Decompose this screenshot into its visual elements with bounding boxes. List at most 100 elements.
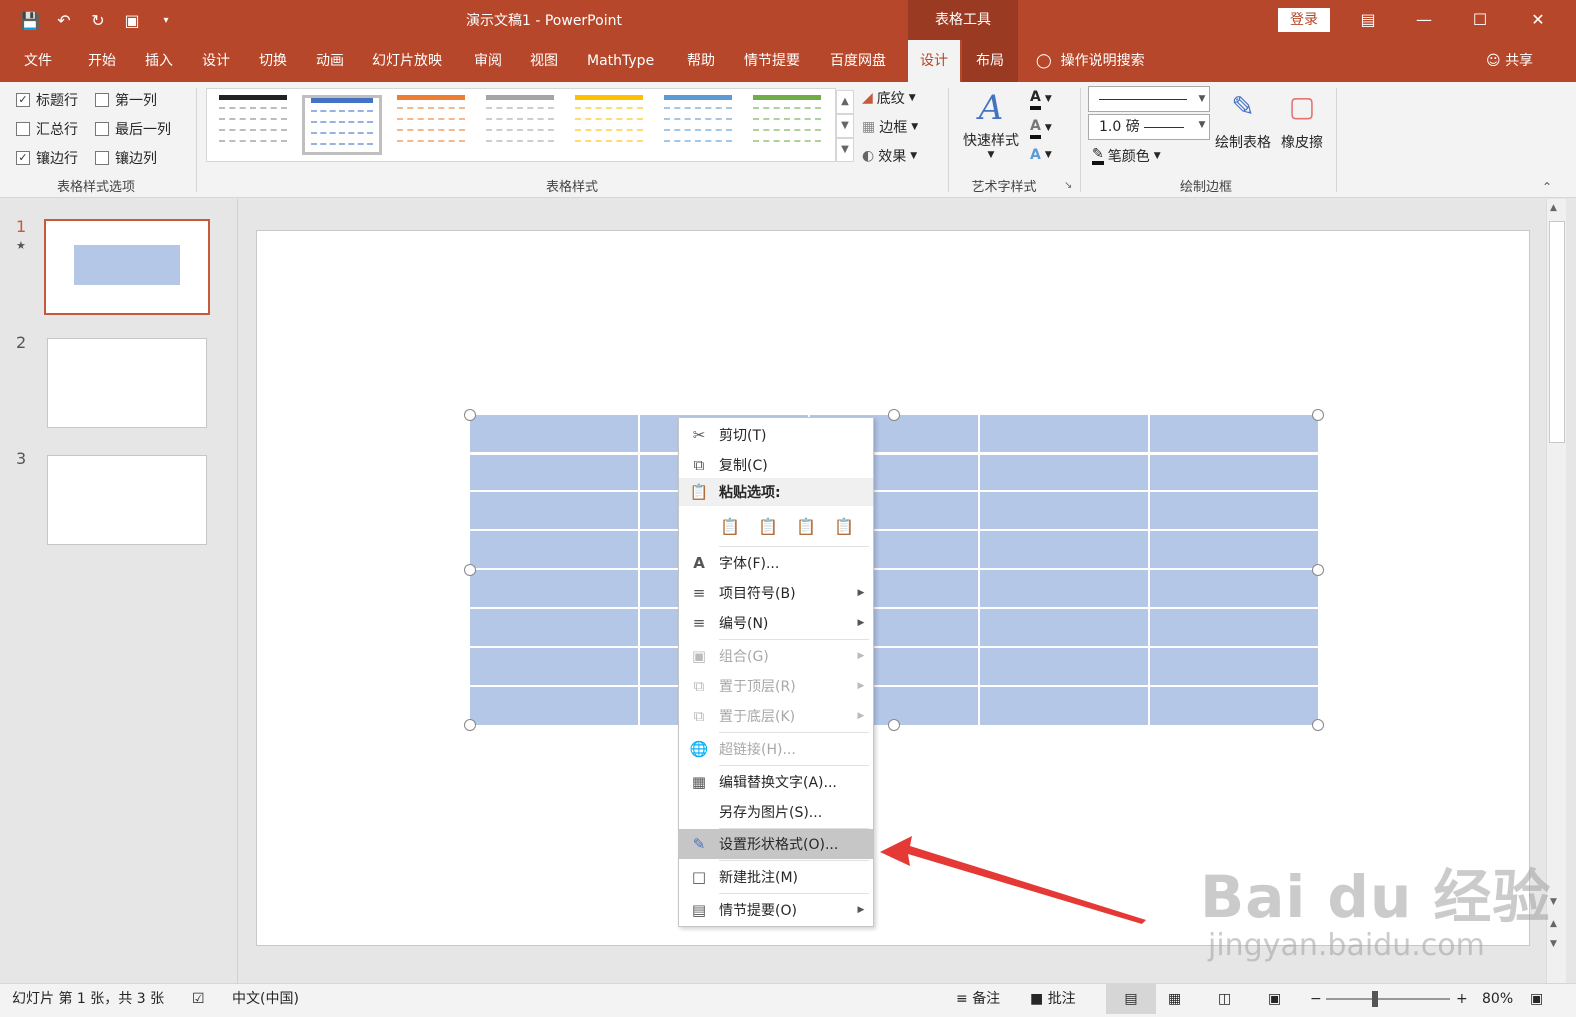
text-effects-button[interactable]: A ▼ bbox=[1030, 146, 1052, 164]
menu-item-copy[interactable]: ⧉ 复制(C) bbox=[679, 450, 873, 480]
slide-thumbnail-2[interactable] bbox=[47, 338, 207, 428]
tab-table-layout[interactable]: 布局 bbox=[962, 40, 1018, 82]
table-style-swatch[interactable] bbox=[213, 95, 293, 155]
menu-item-format-shape[interactable]: ✎ 设置形状格式(O)... bbox=[679, 829, 873, 859]
slideshow-icon[interactable]: ▣ bbox=[1268, 984, 1281, 1014]
present-icon[interactable]: ▣ bbox=[120, 8, 144, 32]
dialog-launcher-icon[interactable]: ↘ bbox=[1064, 180, 1072, 191]
tab-home[interactable]: 开始 bbox=[88, 40, 116, 82]
tab-animations[interactable]: 动画 bbox=[316, 40, 344, 82]
pen-weight-select[interactable]: 1.0 磅 bbox=[1088, 114, 1210, 140]
resize-handle[interactable] bbox=[464, 719, 476, 731]
last-column-checkbox[interactable]: 最后一列 bbox=[95, 119, 171, 139]
first-column-checkbox[interactable]: 第一列 bbox=[95, 90, 157, 110]
header-row-checkbox[interactable]: ✓ 标题行 bbox=[16, 90, 78, 110]
gallery-more-icon[interactable]: ▼ bbox=[836, 138, 854, 162]
tab-mathtype[interactable]: MathType bbox=[587, 40, 654, 82]
tab-design[interactable]: 设计 bbox=[202, 40, 230, 82]
table-style-swatch[interactable] bbox=[480, 95, 560, 155]
table-style-swatch[interactable] bbox=[569, 95, 649, 155]
tab-file[interactable]: 文件 bbox=[24, 40, 52, 82]
spellcheck-icon[interactable]: ☑ bbox=[192, 984, 205, 1014]
close-icon[interactable]: ✕ bbox=[1526, 8, 1550, 32]
undo-icon[interactable]: ↶ bbox=[52, 8, 76, 32]
effects-button[interactable]: ◐ 效果 ▼ bbox=[862, 146, 917, 166]
banded-rows-checkbox[interactable]: ✓ 镶边行 bbox=[16, 148, 78, 168]
menu-item-hyperlink[interactable]: 🌐 超链接(H)... bbox=[679, 734, 873, 764]
redo-icon[interactable]: ↻ bbox=[86, 8, 110, 32]
table-style-swatch[interactable] bbox=[747, 95, 827, 155]
tab-view[interactable]: 视图 bbox=[530, 40, 558, 82]
comments-button[interactable]: ■ 批注 bbox=[1030, 984, 1076, 1014]
tab-table-design[interactable]: 设计 bbox=[908, 40, 960, 82]
tab-baidu-netdisk[interactable]: 百度网盘 bbox=[830, 40, 886, 82]
gallery-up-icon[interactable]: ▲ bbox=[836, 90, 854, 114]
collapse-ribbon-icon[interactable]: ⌃ bbox=[1542, 180, 1552, 194]
quick-styles-button[interactable]: A 快速样式 ▼ bbox=[958, 88, 1024, 160]
menu-item-send-to-back[interactable]: ⧉ 置于底层(K) ▶ bbox=[679, 701, 873, 731]
fit-slide-icon[interactable]: ▣ bbox=[1530, 984, 1543, 1014]
menu-item-storyboard[interactable]: ▤ 情节提要(O) ▶ bbox=[679, 895, 873, 925]
zoom-level[interactable]: 80% bbox=[1482, 984, 1513, 1014]
normal-view-icon[interactable]: ▤ bbox=[1106, 984, 1156, 1014]
menu-item-bullets[interactable]: ≡ 项目符号(B) ▶ bbox=[679, 578, 873, 608]
tab-review[interactable]: 审阅 bbox=[474, 40, 502, 82]
borders-button[interactable]: ▦ 边框 ▼ bbox=[862, 117, 918, 137]
resize-handle[interactable] bbox=[464, 564, 476, 576]
paste-destination-theme-icon[interactable]: 📋 bbox=[755, 514, 781, 540]
language-indicator[interactable]: 中文(中国) bbox=[232, 984, 299, 1014]
slide-thumbnail-1[interactable] bbox=[44, 219, 210, 315]
menu-item-save-as-picture[interactable]: 另存为图片(S)... bbox=[679, 797, 873, 827]
slide-table[interactable] bbox=[470, 415, 1318, 725]
resize-handle[interactable] bbox=[1312, 564, 1324, 576]
paste-text-only-icon[interactable]: 📋 bbox=[831, 514, 857, 540]
total-row-checkbox[interactable]: 汇总行 bbox=[16, 119, 78, 139]
zoom-slider-track[interactable] bbox=[1326, 998, 1450, 1000]
resize-handle[interactable] bbox=[1312, 719, 1324, 731]
customize-qat-icon[interactable]: ▾ bbox=[154, 8, 178, 32]
table-style-swatch[interactable] bbox=[391, 95, 471, 155]
paste-picture-icon[interactable]: 📋 bbox=[793, 514, 819, 540]
slide-thumbnail-3[interactable] bbox=[47, 455, 207, 545]
pen-color-button[interactable]: ✎ 笔颜色 ▼ bbox=[1092, 146, 1161, 166]
tell-me-search[interactable]: ◯ 操作说明搜索 bbox=[1036, 40, 1145, 82]
scroll-thumb[interactable] bbox=[1549, 221, 1565, 443]
menu-item-cut[interactable]: ✂ 剪切(T) bbox=[679, 420, 873, 450]
table-style-swatch[interactable] bbox=[302, 95, 382, 155]
resize-handle[interactable] bbox=[1312, 409, 1324, 421]
zoom-out-icon[interactable]: − bbox=[1310, 984, 1322, 1014]
paste-keep-source-icon[interactable]: 📋 bbox=[717, 514, 743, 540]
minimize-icon[interactable]: — bbox=[1412, 8, 1436, 32]
login-button[interactable]: 登录 bbox=[1278, 8, 1330, 32]
menu-item-numbering[interactable]: ≡ 编号(N) ▶ bbox=[679, 608, 873, 638]
text-outline-button[interactable]: A ▼ bbox=[1030, 117, 1052, 139]
banded-columns-checkbox[interactable]: 镶边列 bbox=[95, 148, 157, 168]
zoom-slider-thumb[interactable] bbox=[1372, 991, 1378, 1007]
tab-help[interactable]: 帮助 bbox=[687, 40, 715, 82]
shading-button[interactable]: ◢ 底纹 ▼ bbox=[862, 88, 916, 108]
menu-item-group[interactable]: ▣ 组合(G) ▶ bbox=[679, 641, 873, 671]
resize-handle[interactable] bbox=[888, 719, 900, 731]
zoom-in-icon[interactable]: + bbox=[1456, 984, 1468, 1014]
draw-table-button[interactable]: ✎ 绘制表格 bbox=[1212, 90, 1274, 152]
share-button[interactable]: ☺ 共享 bbox=[1486, 40, 1533, 82]
tab-slideshow[interactable]: 幻灯片放映 bbox=[372, 40, 442, 82]
pen-style-select[interactable] bbox=[1088, 86, 1210, 112]
slide-sorter-icon[interactable]: ▦ bbox=[1168, 984, 1181, 1014]
resize-handle[interactable] bbox=[888, 409, 900, 421]
tab-storyboard[interactable]: 情节提要 bbox=[744, 40, 800, 82]
save-icon[interactable]: 💾 bbox=[18, 8, 42, 32]
reading-view-icon[interactable]: ◫ bbox=[1218, 984, 1231, 1014]
text-fill-button[interactable]: A ▼ bbox=[1030, 88, 1052, 110]
maximize-icon[interactable]: ☐ bbox=[1468, 8, 1492, 32]
notes-button[interactable]: ≡ 备注 bbox=[956, 984, 1000, 1014]
chevron-down-icon[interactable]: ▼ ▼ bbox=[1194, 86, 1210, 140]
tab-insert[interactable]: 插入 bbox=[145, 40, 173, 82]
menu-item-font[interactable]: A 字体(F)... bbox=[679, 548, 873, 578]
resize-handle[interactable] bbox=[464, 409, 476, 421]
ribbon-display-icon[interactable]: ▤ bbox=[1356, 8, 1380, 32]
menu-item-bring-to-front[interactable]: ⧉ 置于顶层(R) ▶ bbox=[679, 671, 873, 701]
gallery-down-icon[interactable]: ▼ bbox=[836, 114, 854, 138]
table-style-swatch[interactable] bbox=[658, 95, 738, 155]
menu-item-new-comment[interactable]: □ 新建批注(M) bbox=[679, 862, 873, 892]
